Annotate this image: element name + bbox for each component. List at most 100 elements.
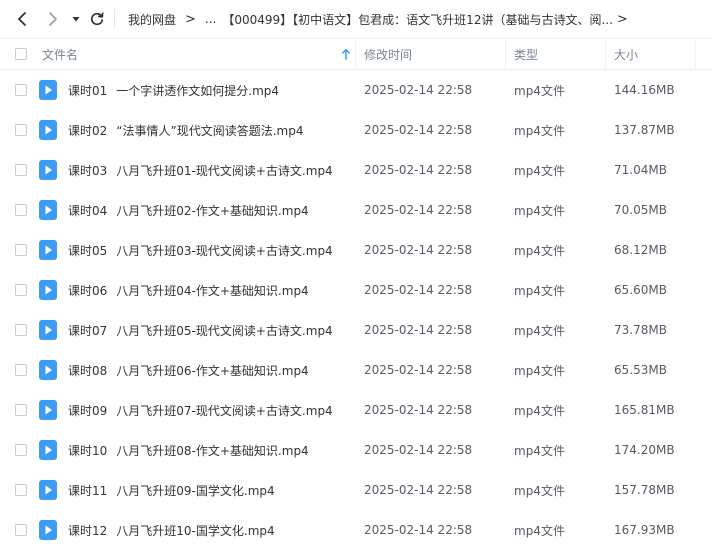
row-checkbox[interactable] [15, 404, 27, 416]
file-lesson-index: 课时06 [68, 283, 108, 298]
file-type: mp4文件 [514, 123, 565, 138]
file-type: mp4文件 [514, 203, 565, 218]
file-row[interactable]: 课时05 八月飞升班03-现代文阅读+古诗文.mp4 2025-02-14 22… [0, 230, 712, 270]
toolbar-divider [114, 9, 115, 29]
file-type: mp4文件 [514, 163, 565, 178]
chevron-left-icon [18, 12, 26, 26]
file-name[interactable]: 课时05 八月飞升班03-现代文阅读+古诗文.mp4 [68, 230, 333, 270]
file-name[interactable]: 课时11 八月飞升班09-国学文化.mp4 [68, 470, 275, 510]
file-name[interactable]: 课时04 八月飞升班02-作文+基础知识.mp4 [68, 190, 309, 230]
file-lesson-index: 课时09 [68, 403, 108, 418]
file-name[interactable]: 课时08 八月飞升班06-作文+基础知识.mp4 [68, 350, 309, 390]
file-row[interactable]: 课时06 八月飞升班04-作文+基础知识.mp4 2025-02-14 22:5… [0, 270, 712, 310]
file-row[interactable]: 课时04 八月飞升班02-作文+基础知识.mp4 2025-02-14 22:5… [0, 190, 712, 230]
file-modified-time: 2025-02-14 22:58 [364, 363, 473, 377]
row-checkbox[interactable] [15, 444, 27, 456]
file-title: 八月飞升班07-现代文阅读+古诗文.mp4 [116, 403, 333, 418]
video-file-icon [39, 120, 57, 140]
file-size: 157.78MB [614, 483, 675, 497]
video-file-icon [39, 440, 57, 460]
row-checkbox[interactable] [15, 204, 27, 216]
file-size: 71.04MB [614, 163, 667, 177]
file-lesson-index: 课时11 [68, 483, 108, 498]
column-header-size[interactable]: 大小 [614, 39, 638, 69]
file-row[interactable]: 课时12 八月飞升班10-国学文化.mp4 2025-02-14 22:58 m… [0, 510, 712, 550]
video-file-icon [39, 480, 57, 500]
file-lesson-index: 课时08 [68, 363, 108, 378]
file-title: 八月飞升班08-作文+基础知识.mp4 [116, 443, 309, 458]
file-row[interactable]: 课时10 八月飞升班08-作文+基础知识.mp4 2025-02-14 22:5… [0, 430, 712, 470]
file-row[interactable]: 课时02 “法事情人”现代文阅读答题法.mp4 2025-02-14 22:58… [0, 110, 712, 150]
select-all-checkbox[interactable] [15, 48, 27, 60]
forward-button[interactable] [42, 8, 64, 30]
file-size: 165.81MB [614, 403, 675, 417]
column-divider[interactable] [605, 39, 606, 69]
file-name[interactable]: 课时01 一个字讲透作文如何提分.mp4 [68, 70, 279, 110]
file-title: 八月飞升班10-国学文化.mp4 [116, 523, 275, 538]
file-name[interactable]: 课时12 八月飞升班10-国学文化.mp4 [68, 510, 275, 550]
file-lesson-index: 课时01 [68, 83, 108, 98]
file-type: mp4文件 [514, 243, 565, 258]
file-lesson-index: 课时12 [68, 523, 108, 538]
file-row[interactable]: 课时09 八月飞升班07-现代文阅读+古诗文.mp4 2025-02-14 22… [0, 390, 712, 430]
file-lesson-index: 课时05 [68, 243, 108, 258]
column-header-modified[interactable]: 修改时间 [364, 39, 412, 69]
file-title: 八月飞升班01-现代文阅读+古诗文.mp4 [116, 163, 333, 178]
file-title: 八月飞升班09-国学文化.mp4 [116, 483, 275, 498]
file-modified-time: 2025-02-14 22:58 [364, 243, 473, 257]
row-checkbox[interactable] [15, 524, 27, 536]
column-divider[interactable] [695, 39, 696, 69]
breadcrumb-root[interactable]: 我的网盘 [128, 11, 176, 28]
row-checkbox[interactable] [15, 364, 27, 376]
file-title: 八月飞升班02-作文+基础知识.mp4 [116, 203, 309, 218]
video-file-icon [39, 520, 57, 540]
column-header-type[interactable]: 类型 [514, 39, 538, 69]
file-row[interactable]: 课时03 八月飞升班01-现代文阅读+古诗文.mp4 2025-02-14 22… [0, 150, 712, 190]
file-modified-time: 2025-02-14 22:58 [364, 203, 473, 217]
video-file-icon [39, 360, 57, 380]
file-row[interactable]: 课时07 八月飞升班05-现代文阅读+古诗文.mp4 2025-02-14 22… [0, 310, 712, 350]
file-name[interactable]: 课时02 “法事情人”现代文阅读答题法.mp4 [68, 110, 303, 150]
arrow-up-icon[interactable] [341, 48, 351, 60]
file-name[interactable]: 课时09 八月飞升班07-现代文阅读+古诗文.mp4 [68, 390, 333, 430]
column-divider[interactable] [355, 39, 356, 69]
file-size: 73.78MB [614, 323, 667, 337]
column-header-name[interactable]: 文件名 [42, 39, 78, 69]
refresh-button[interactable] [86, 8, 108, 30]
column-divider[interactable] [505, 39, 506, 69]
file-modified-time: 2025-02-14 22:58 [364, 403, 473, 417]
video-file-icon [39, 280, 57, 300]
row-checkbox[interactable] [15, 244, 27, 256]
row-checkbox[interactable] [15, 484, 27, 496]
file-lesson-index: 课时10 [68, 443, 108, 458]
file-modified-time: 2025-02-14 22:58 [364, 83, 473, 97]
caret-down-icon [72, 17, 80, 22]
file-row[interactable]: 课时08 八月飞升班06-作文+基础知识.mp4 2025-02-14 22:5… [0, 350, 712, 390]
row-checkbox[interactable] [15, 164, 27, 176]
file-modified-time: 2025-02-14 22:58 [364, 523, 473, 537]
file-size: 144.16MB [614, 83, 675, 97]
row-checkbox[interactable] [15, 324, 27, 336]
file-lesson-index: 课时02 [68, 123, 108, 138]
breadcrumb-expand-icon[interactable]: > [617, 12, 628, 27]
file-title: “法事情人”现代文阅读答题法.mp4 [116, 123, 304, 138]
file-row[interactable]: 课时01 一个字讲透作文如何提分.mp4 2025-02-14 22:58 mp… [0, 70, 712, 110]
row-checkbox[interactable] [15, 284, 27, 296]
file-modified-time: 2025-02-14 22:58 [364, 323, 473, 337]
back-button[interactable] [11, 8, 33, 30]
breadcrumb-ellipsis[interactable]: ... [205, 12, 216, 26]
file-row[interactable]: 课时11 八月飞升班09-国学文化.mp4 2025-02-14 22:58 m… [0, 470, 712, 510]
file-name[interactable]: 课时03 八月飞升班01-现代文阅读+古诗文.mp4 [68, 150, 333, 190]
breadcrumb-current[interactable]: 【000499】【初中语文】包君成：语文飞升班12讲（基础与古诗文、阅... [222, 11, 613, 28]
video-file-icon [39, 320, 57, 340]
row-checkbox[interactable] [15, 84, 27, 96]
file-name[interactable]: 课时06 八月飞升班04-作文+基础知识.mp4 [68, 270, 309, 310]
file-list: 课时01 一个字讲透作文如何提分.mp4 2025-02-14 22:58 mp… [0, 70, 712, 550]
history-dropdown-button[interactable] [65, 8, 87, 30]
file-size: 174.20MB [614, 443, 675, 457]
file-list-header: 文件名 修改时间 类型 大小 [0, 38, 712, 70]
file-name[interactable]: 课时10 八月飞升班08-作文+基础知识.mp4 [68, 430, 309, 470]
file-name[interactable]: 课时07 八月飞升班05-现代文阅读+古诗文.mp4 [68, 310, 333, 350]
file-title: 八月飞升班06-作文+基础知识.mp4 [116, 363, 309, 378]
row-checkbox[interactable] [15, 124, 27, 136]
